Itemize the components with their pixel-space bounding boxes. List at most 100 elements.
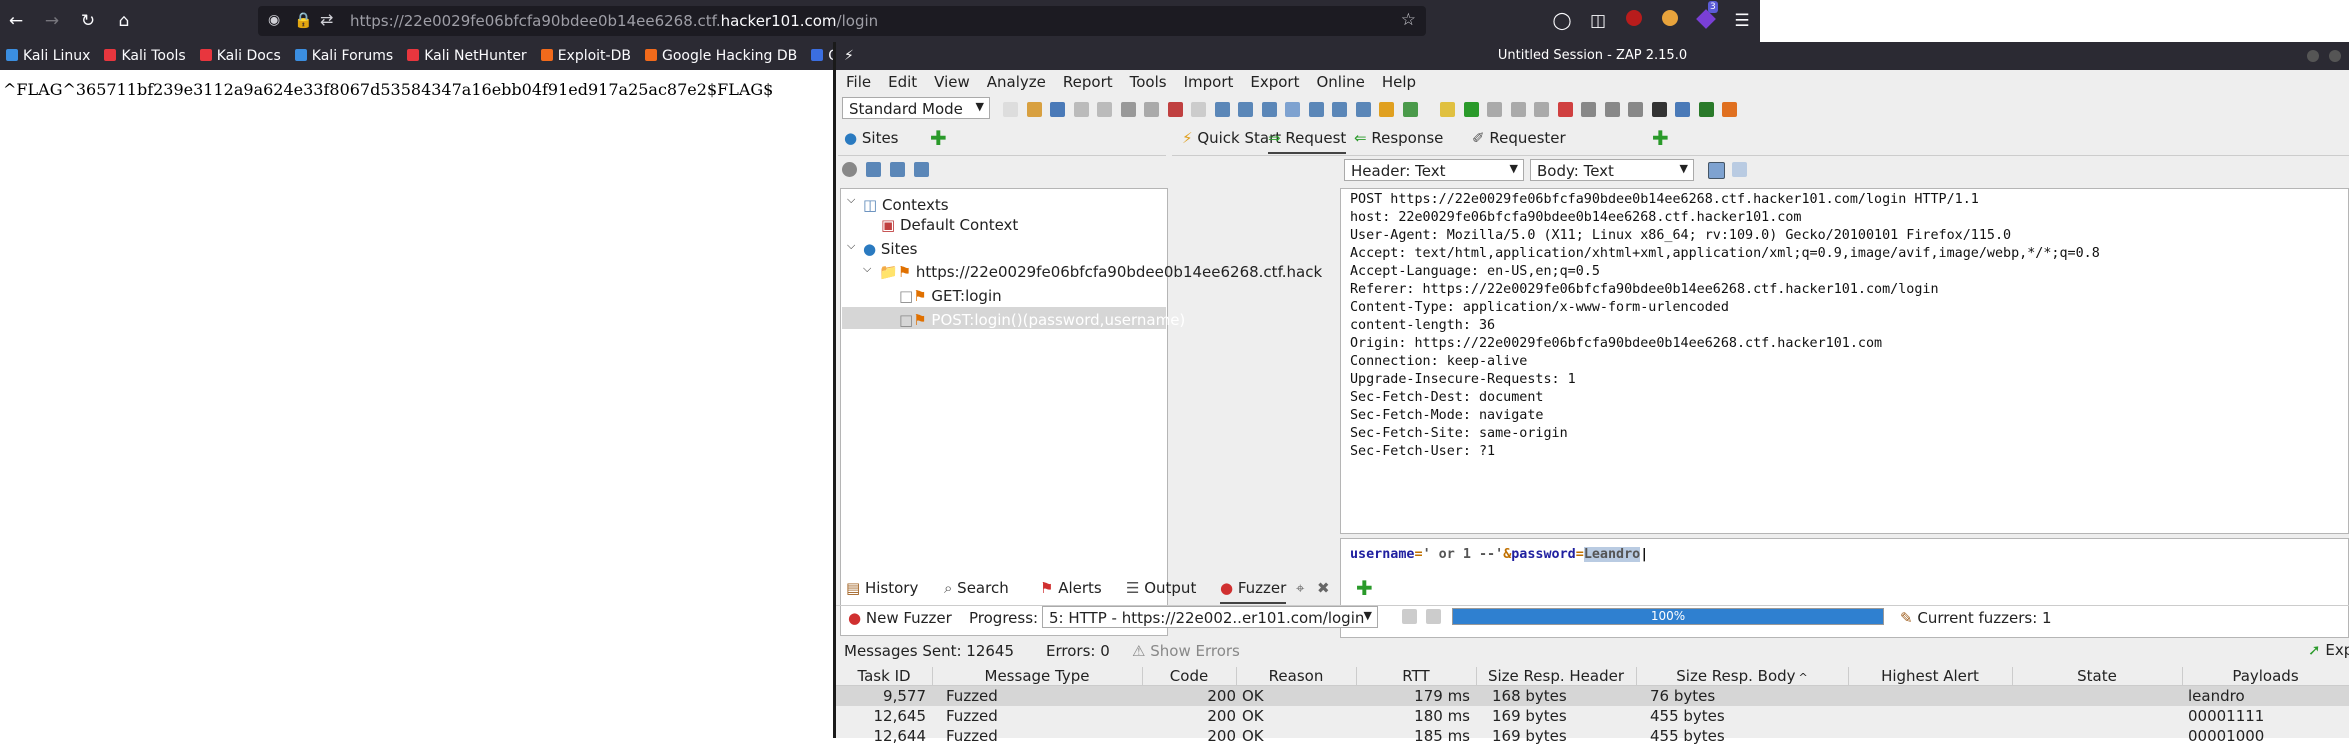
toolbar-icon-25[interactable] [1604, 102, 1620, 117]
column-header[interactable]: Task ID [836, 667, 933, 685]
tab-output[interactable]: ☰ Output [1126, 579, 1196, 597]
split-horizontal-icon[interactable] [1732, 162, 1747, 177]
new-context-icon[interactable] [866, 162, 881, 177]
column-header[interactable]: Payloads [2182, 667, 2349, 685]
menu-online[interactable]: Online [1316, 73, 1364, 91]
export-context-icon[interactable] [914, 162, 929, 177]
pin-icon[interactable]: ⌖ [1296, 579, 1304, 597]
menu-report[interactable]: Report [1063, 73, 1113, 91]
menu-edit[interactable]: Edit [888, 73, 917, 91]
toolbar-icon-14[interactable] [1332, 102, 1347, 117]
menu-import[interactable]: Import [1184, 73, 1234, 91]
show-errors-button[interactable]: ⚠ Show Errors [1132, 642, 1240, 660]
bookmark-4[interactable]: Kali NetHunter [407, 48, 527, 64]
column-header[interactable]: Highest Alert [1848, 667, 2013, 685]
toolbar-icon-19[interactable] [1463, 102, 1479, 117]
tracking-shield-icon[interactable]: ◉ [268, 12, 280, 28]
permissions-icon[interactable]: ⇄ [320, 10, 333, 29]
bookmark-star-icon[interactable]: ☆ [1401, 10, 1416, 30]
host-node[interactable]: 📁⚑ https://22e0029fe06bfcfa90bdee0b14ee6… [879, 263, 1322, 281]
post-login-node[interactable]: □⚑ POST:login()(password,username) [899, 311, 1185, 329]
contexts-node[interactable]: ◫ Contexts [863, 196, 949, 214]
toolbar-icon-1[interactable] [1026, 102, 1042, 117]
bookmark-3[interactable]: Kali Forums [294, 48, 393, 64]
toolbar-icon-0[interactable] [1003, 102, 1018, 117]
pause-icon[interactable] [1402, 609, 1417, 624]
tab-request[interactable]: ⇒ Request [1268, 129, 1347, 154]
bookmark-0[interactable]: Kali Linux [6, 48, 90, 64]
bookmark-1[interactable]: Kali Tools [104, 48, 186, 64]
toolbar-icon-2[interactable] [1050, 102, 1065, 117]
column-header[interactable]: RTT [1356, 667, 1477, 685]
toolbar-icon-9[interactable] [1214, 102, 1230, 117]
url-bar[interactable]: ◉ 🔒 ⇄ https://22e0029fe06bfcfa90bdee0b14… [258, 6, 1426, 36]
table-row[interactable]: 9,577 Fuzzed 200 OK 179 ms 168 bytes 76 bytes l… [836, 686, 2349, 706]
toolbar-icon-4[interactable] [1097, 102, 1112, 117]
stop-icon[interactable] [1426, 609, 1441, 624]
toolbar-icon-8[interactable] [1191, 102, 1206, 117]
request-body-text[interactable]: username=' or 1 --'&password=Leandro| [1350, 547, 1648, 562]
menu-view[interactable]: View [934, 73, 970, 91]
new-fuzzer-button[interactable]: ● New Fuzzer [848, 609, 952, 627]
import-context-icon[interactable] [890, 162, 905, 177]
default-context-node[interactable]: ▣ Default Context [881, 216, 1018, 234]
collapse-icon[interactable]: ⌵ [847, 239, 855, 253]
sites-node[interactable]: ● Sites [863, 240, 918, 258]
toolbar-icon-17[interactable] [1402, 102, 1418, 117]
cookie-icon[interactable] [1658, 9, 1682, 33]
tab-fuzzer[interactable]: ● Fuzzer [1220, 579, 1287, 604]
column-header[interactable]: Code [1142, 667, 1237, 685]
export-button[interactable]: ➚ Expo [2308, 641, 2349, 659]
column-header[interactable]: Reason [1236, 667, 1357, 685]
column-header[interactable]: Message Type [932, 667, 1143, 685]
toolbar-icon-10[interactable] [1238, 102, 1253, 117]
bookmark-6[interactable]: Google Hacking DB [644, 48, 797, 64]
toolbar-icon-28[interactable] [1675, 102, 1690, 117]
toolbar-icon-29[interactable] [1698, 102, 1714, 117]
back-arrow-icon[interactable]: ← [4, 9, 28, 33]
extensions-icon[interactable]: ◫ [1586, 9, 1610, 33]
collapse-icon[interactable]: ⌵ [847, 193, 855, 207]
toolbar-icon-27[interactable] [1651, 102, 1667, 117]
close-icon[interactable]: ✖ [1317, 579, 1330, 597]
toolbar-icon-5[interactable] [1120, 102, 1136, 117]
ublock-icon[interactable] [1622, 9, 1646, 33]
toolbar-icon-12[interactable] [1285, 102, 1300, 117]
bookmark-7[interactable]: OffS [811, 48, 835, 64]
column-header[interactable]: State [2012, 667, 2183, 685]
column-header[interactable]: Size Resp. Body ^ [1636, 667, 1849, 685]
toolbar-icon-7[interactable] [1167, 102, 1183, 117]
tab-search[interactable]: ⌕ Search [944, 579, 1009, 597]
forward-arrow-icon[interactable]: → [40, 9, 64, 33]
toolbar-icon-15[interactable] [1355, 102, 1371, 117]
header-view-select[interactable]: Header: Text ▼ [1344, 159, 1524, 181]
reload-icon[interactable]: ↻ [76, 9, 100, 33]
body-view-select[interactable]: Body: Text ▼ [1530, 159, 1694, 181]
tab-sites[interactable]: ● Sites [844, 129, 899, 147]
pocket-icon[interactable]: ◯ [1550, 9, 1574, 33]
tab-history[interactable]: ▤ History [846, 579, 918, 597]
menu-tools[interactable]: Tools [1130, 73, 1167, 91]
menu-analyze[interactable]: Analyze [987, 73, 1046, 91]
toolbar-icon-26[interactable] [1628, 102, 1643, 117]
tab-quick-start[interactable]: ⚡ Quick Start [1182, 129, 1281, 147]
request-header-panel[interactable]: POST https://22e0029fe06bfcfa90bdee0b14e… [1340, 188, 2349, 534]
table-row[interactable]: 12,644 Fuzzed 200 OK 185 ms 169 bytes 455 byte… [836, 726, 2349, 746]
toolbar-icon-24[interactable] [1581, 102, 1596, 117]
maximize-icon[interactable] [2329, 50, 2341, 62]
menu-help[interactable]: Help [1382, 73, 1416, 91]
toolbar-icon-30[interactable] [1722, 102, 1737, 117]
tab-response[interactable]: ⇐ Response [1354, 129, 1443, 147]
table-row[interactable]: 12,645 Fuzzed 200 OK 180 ms 169 bytes 455 byte… [836, 706, 2349, 726]
hamburger-menu-icon[interactable]: ☰ [1730, 9, 1754, 33]
bookmark-2[interactable]: Kali Docs [199, 48, 281, 64]
toolbar-icon-23[interactable] [1557, 102, 1573, 117]
toolbar-icon-20[interactable] [1487, 102, 1502, 117]
progress-select[interactable]: 5: HTTP - https://22e002..er101.com/logi… [1042, 606, 1378, 628]
add-tab-icon[interactable]: ✚ [930, 126, 947, 150]
minimize-icon[interactable] [2307, 50, 2319, 62]
target-icon[interactable] [842, 162, 857, 177]
toolbar-icon-6[interactable] [1144, 102, 1159, 117]
home-icon[interactable]: ⌂ [112, 9, 136, 33]
column-header[interactable]: Size Resp. Header [1476, 667, 1637, 685]
